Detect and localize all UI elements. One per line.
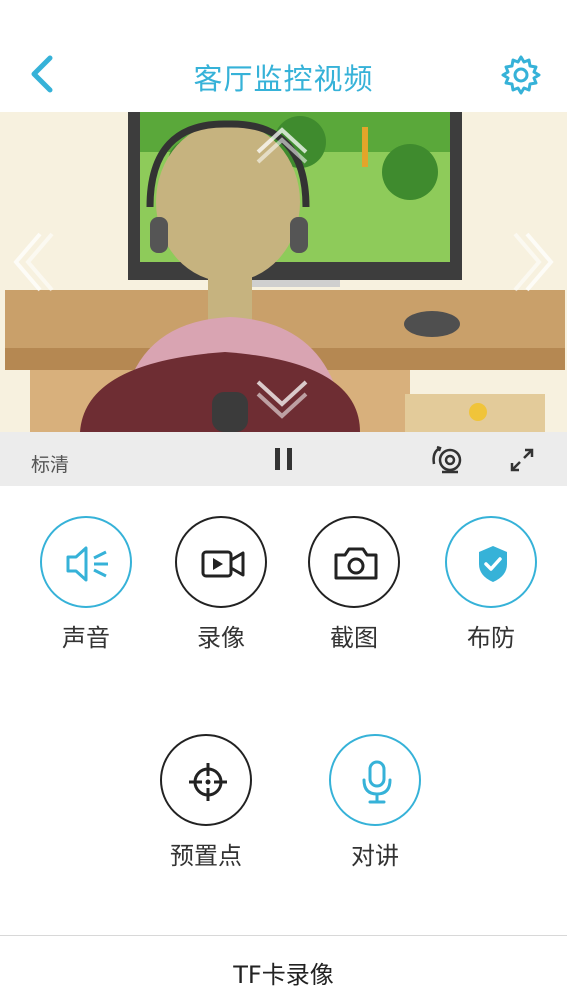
preset-button[interactable]: 预置点 (156, 734, 256, 871)
fullscreen-icon[interactable] (506, 444, 538, 476)
shield-check-icon (479, 546, 507, 582)
crosshair-icon (189, 763, 227, 801)
video-control-bar: 标清 (0, 432, 567, 486)
arm-circle[interactable] (445, 516, 537, 608)
preset-label: 预置点 (170, 842, 242, 870)
footer-divider (0, 935, 567, 936)
screenshot-label: 截图 (330, 624, 378, 652)
tf-record-button[interactable]: TF卡录像 (0, 955, 567, 990)
camera-switch-icon[interactable] (428, 440, 466, 478)
header: 客厅监控视频 (0, 0, 567, 112)
video-frame-image (0, 112, 567, 432)
record-button[interactable]: 录像 (171, 516, 271, 653)
preset-circle[interactable] (160, 734, 252, 826)
screenshot-button[interactable]: 截图 (304, 516, 404, 653)
record-circle[interactable] (175, 516, 267, 608)
record-label: 录像 (197, 624, 245, 652)
sound-circle[interactable] (40, 516, 132, 608)
camera-icon (334, 547, 378, 580)
quality-toggle[interactable]: 标清 (31, 450, 69, 477)
app-root: 客厅监控视频 标清 声音 录像 截图 布防 预置点 对讲 TF卡录像 (0, 0, 567, 1006)
talk-button[interactable]: 对讲 (325, 734, 425, 871)
arm-label: 布防 (467, 624, 515, 652)
sound-label: 声音 (62, 624, 110, 652)
arm-button[interactable]: 布防 (441, 516, 541, 653)
talk-label: 对讲 (351, 842, 399, 870)
pause-icon[interactable] (270, 444, 298, 474)
sound-button[interactable]: 声音 (36, 516, 136, 653)
gear-icon[interactable] (498, 52, 544, 98)
microphone-icon (362, 760, 392, 804)
screenshot-circle[interactable] (308, 516, 400, 608)
talk-circle[interactable] (329, 734, 421, 826)
video-feed[interactable] (0, 112, 567, 432)
video-camera-icon (201, 550, 245, 578)
page-title: 客厅监控视频 (193, 62, 374, 96)
speaker-icon (66, 546, 108, 582)
